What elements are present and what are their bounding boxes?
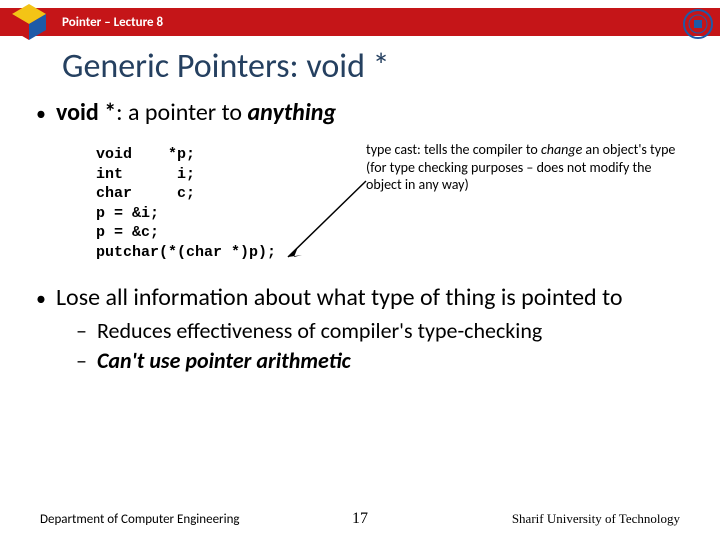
university-seal-icon — [682, 8, 714, 40]
sub-item: – Reduces effectiveness of compiler's ty… — [76, 316, 700, 346]
slide-content: • void *: a pointer to anything void *p;… — [36, 98, 700, 375]
footer-university: Sharif University of Technology — [390, 511, 680, 527]
sub-bullet-list: – Reduces effectiveness of compiler's ty… — [76, 316, 700, 375]
bullet-text: Lose all information about what type of … — [56, 283, 700, 312]
code-annotation-area: void *p; int i; char c; p = &i; p = &c; … — [36, 141, 700, 269]
sub-item-text: Reduces effectiveness of compiler's type… — [97, 316, 542, 346]
dash-icon: – — [76, 346, 87, 376]
bullet-lose-info: • Lose all information about what type o… — [36, 283, 700, 312]
arrow-icon — [280, 177, 370, 265]
slide-footer: Department of Computer Engineering 17 Sh… — [0, 510, 720, 528]
bullet-mid: : a pointer to — [116, 98, 247, 127]
bullet-void-pointer: • void *: a pointer to anything — [36, 98, 700, 127]
bullet-dot-icon: • — [36, 287, 46, 311]
code-block: void *p; int i; char c; p = &i; p = &c; … — [96, 145, 276, 262]
dash-icon: – — [76, 316, 87, 346]
header-bar: Pointer – Lecture 8 — [0, 8, 720, 36]
bullet-dot-icon: • — [36, 102, 46, 126]
footer-department: Department of Computer Engineering — [40, 512, 330, 527]
page-number: 17 — [330, 510, 390, 528]
cube-logo-icon — [6, 2, 52, 42]
sub-item: – Can't use pointer arithmetic — [76, 346, 700, 376]
typecast-annotation: type cast: tells the compiler to change … — [366, 141, 686, 194]
sub-item-text-strong: Can't use pointer arithmetic — [97, 346, 351, 376]
bullet-strong: void * — [56, 98, 116, 127]
bullet-emph: anything — [248, 98, 337, 127]
slide-title: Generic Pointers: void * — [62, 46, 390, 87]
lecture-label: Pointer – Lecture 8 — [62, 15, 163, 30]
